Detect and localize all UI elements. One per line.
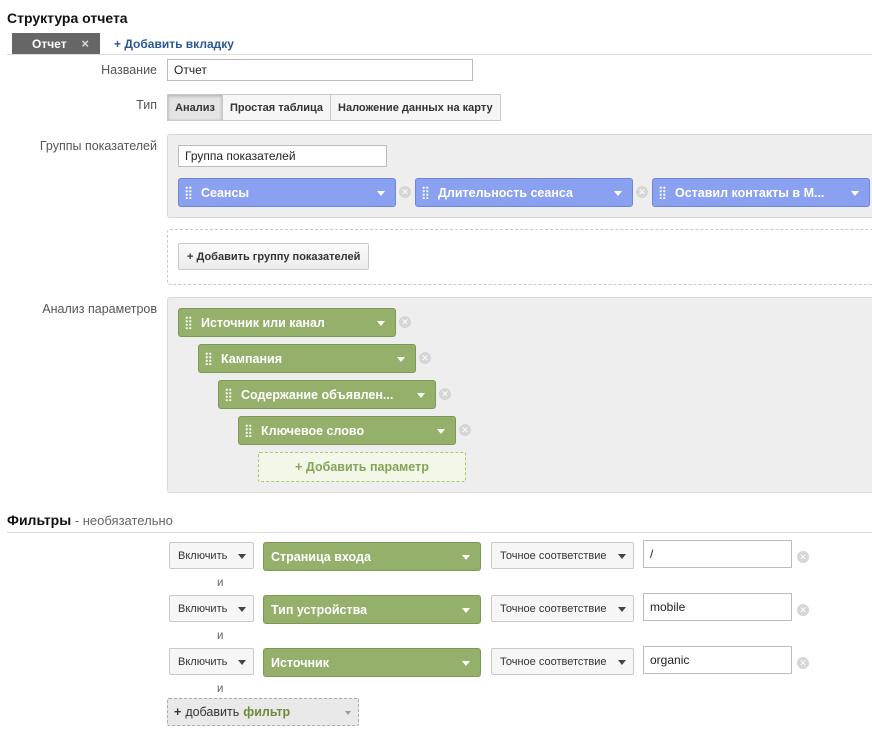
type-label: Тип [136,98,157,112]
filters-heading: Фильтры - необязательно [7,512,173,528]
filter-value-input[interactable] [643,540,792,568]
drag-handle-icon[interactable] [422,186,429,199]
type-option-flat-table[interactable]: Простая таблица [221,94,332,121]
chevron-down-icon [618,607,626,612]
name-label: Название [101,63,157,77]
add-filter-text: добавить [185,705,240,719]
filter-dimension-chip[interactable]: Страница входа [263,542,481,571]
metric-chip-label: Длительность сеанса [438,185,573,200]
include-select[interactable]: Включить [169,648,254,675]
type-option-map-overlay[interactable]: Наложение данных на карту [330,94,501,121]
chevron-down-icon[interactable] [377,321,385,326]
report-name-input[interactable] [167,59,473,81]
page-title: Структура отчета [7,10,128,26]
match-type-value: Точное соответствие [500,602,607,615]
filters-title: Фильтры [7,512,72,528]
close-icon[interactable]: × [81,36,89,51]
add-filter-button[interactable]: + добавить фильтр [167,698,359,726]
dimensions-label: Анализ параметров [42,302,157,316]
match-type-value: Точное соответствие [500,549,607,562]
dimension-chip[interactable]: Кампания [198,344,416,373]
chevron-down-icon[interactable] [377,191,385,196]
tabs-divider [7,54,872,55]
metric-chip-label: Сеансы [201,185,250,200]
remove-circle-icon[interactable]: ✕ [439,388,451,400]
dimension-chip-label: Кампания [221,351,283,366]
metric-chip[interactable]: Оставил контакты в М... [652,178,870,207]
tab-label: Отчет [32,36,67,51]
filters-subtitle: - необязательно [71,513,173,528]
chevron-down-icon [618,660,626,665]
chevron-down-icon[interactable] [614,191,622,196]
match-type-select[interactable]: Точное соответствие [491,595,634,622]
metric-chip-label: Оставил контакты в М... [675,185,825,200]
chevron-down-icon[interactable] [462,555,470,560]
match-type-select[interactable]: Точное соответствие [491,648,634,675]
drag-handle-icon[interactable] [245,424,252,437]
dimension-chip-label: Ключевое слово [261,423,365,438]
dimension-chip-label: Содержание объявлен... [241,387,394,402]
tab-report[interactable]: Отчет × [12,33,100,54]
chevron-down-icon[interactable] [397,357,405,362]
remove-circle-icon[interactable]: ✕ [419,352,431,364]
and-label: и [217,683,224,695]
match-type-value: Точное соответствие [500,655,607,668]
chevron-down-icon [238,660,246,665]
remove-circle-icon[interactable]: ✕ [797,551,809,563]
filters-divider [7,532,872,533]
chevron-down-icon[interactable] [417,393,425,398]
filter-dimension-label: Страница входа [271,549,371,564]
add-filter-plus: + [174,705,182,719]
drag-handle-icon[interactable] [225,388,232,401]
chevron-down-icon [345,711,351,715]
add-metric-group-button[interactable]: + Добавить группу показателей [178,243,370,270]
chevron-down-icon[interactable] [437,429,445,434]
filter-dimension-label: Источник [271,655,329,670]
filter-dimension-chip[interactable]: Источник [263,648,481,677]
include-select[interactable]: Включить [169,542,254,569]
filter-value-input[interactable] [643,646,792,674]
metric-groups-label: Группы показателей [39,139,157,153]
remove-circle-icon[interactable]: ✕ [459,424,471,436]
drag-handle-icon[interactable] [659,186,666,199]
include-select-value: Включить [178,602,228,615]
remove-circle-icon[interactable]: ✕ [636,186,648,198]
metric-chip[interactable]: Сеансы [178,178,396,207]
type-option-explorer[interactable]: Анализ [167,94,223,121]
match-type-select[interactable]: Точное соответствие [491,542,634,569]
add-dimension-button[interactable]: + Добавить параметр [258,452,466,482]
include-select[interactable]: Включить [169,595,254,622]
metric-chip[interactable]: Длительность сеанса [415,178,633,207]
and-label: и [217,577,224,589]
chevron-down-icon [618,554,626,559]
dimension-chip-label: Источник или канал [201,315,325,330]
drag-handle-icon[interactable] [185,186,192,199]
include-select-value: Включить [178,655,228,668]
chevron-down-icon[interactable] [462,608,470,613]
remove-circle-icon[interactable]: ✕ [797,604,809,616]
remove-circle-icon[interactable]: ✕ [399,186,411,198]
drag-handle-icon[interactable] [185,316,192,329]
chevron-down-icon[interactable] [851,191,859,196]
add-tab-link[interactable]: + Добавить вкладку [114,37,234,51]
dimension-chip[interactable]: Ключевое слово [238,416,456,445]
chevron-down-icon [238,607,246,612]
and-label: и [217,630,224,642]
dimension-chip[interactable]: Содержание объявлен... [218,380,436,409]
drag-handle-icon[interactable] [205,352,212,365]
type-selector: Анализ Простая таблица Наложение данных … [167,94,501,121]
chevron-down-icon[interactable] [462,661,470,666]
filter-dimension-chip[interactable]: Тип устройства [263,595,481,624]
add-filter-highlight: фильтр [243,705,291,719]
filter-value-input[interactable] [643,593,792,621]
include-select-value: Включить [178,549,228,562]
remove-circle-icon[interactable]: ✕ [797,657,809,669]
remove-circle-icon[interactable]: ✕ [399,316,411,328]
filter-dimension-label: Тип устройства [271,602,368,617]
chevron-down-icon [238,554,246,559]
metric-group-name-input[interactable] [178,145,387,167]
dimension-chip[interactable]: Источник или канал [178,308,396,337]
